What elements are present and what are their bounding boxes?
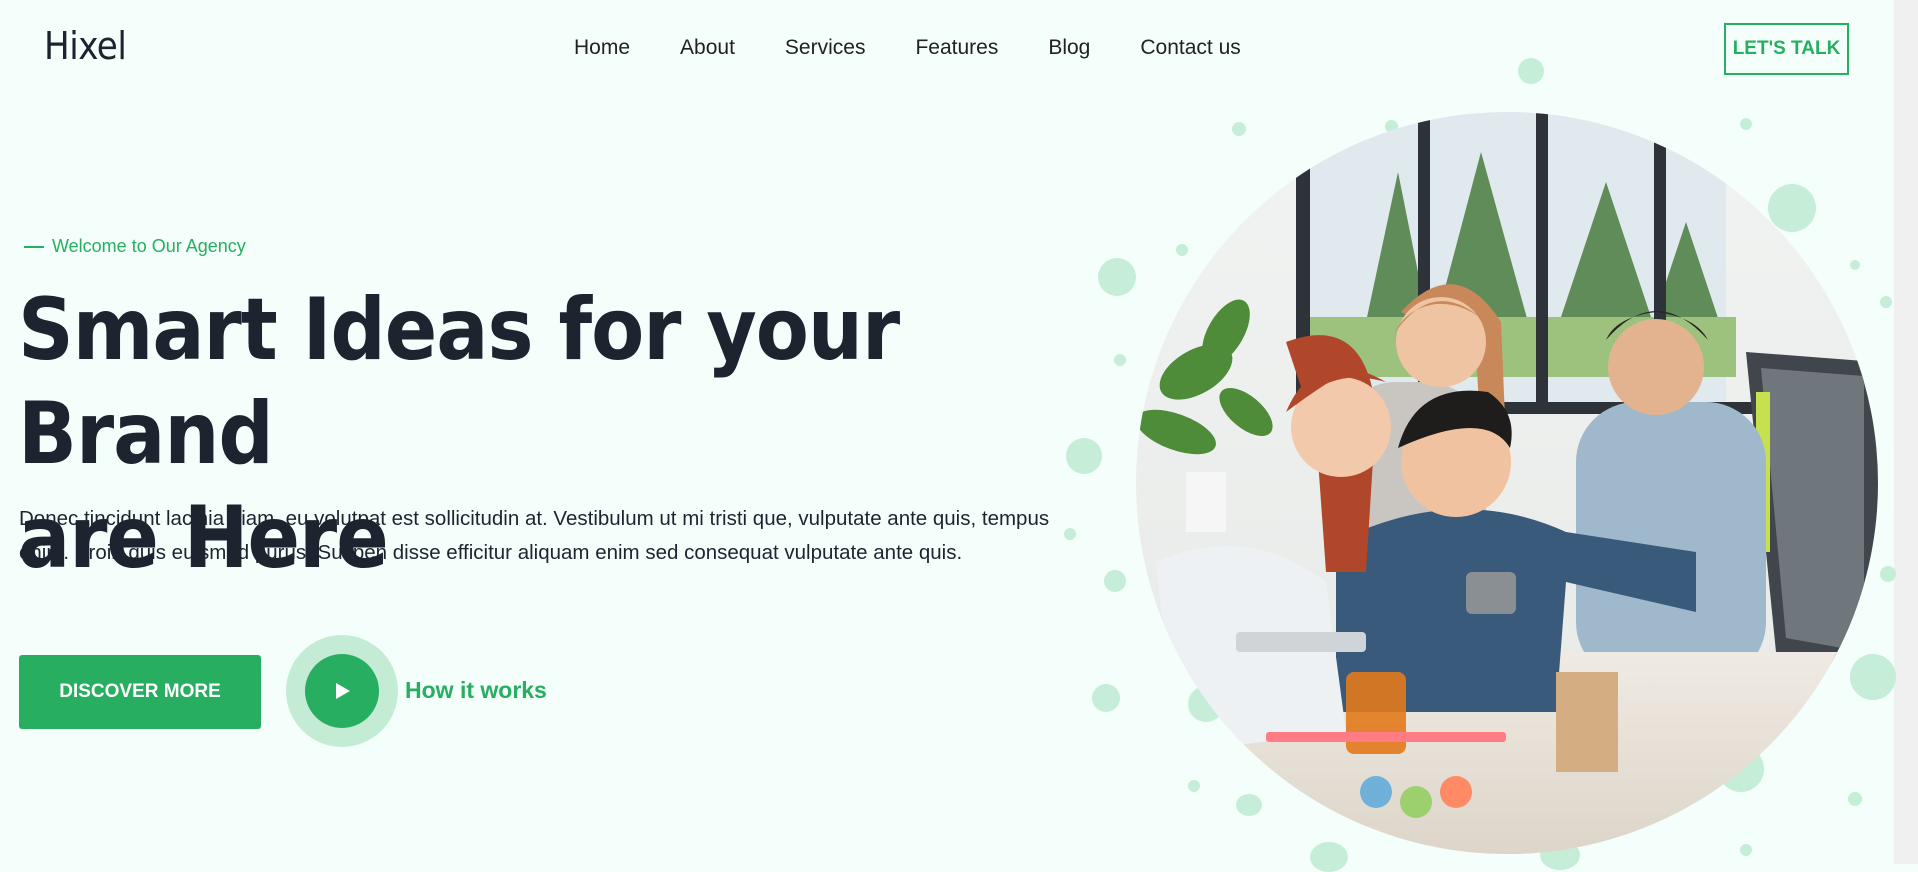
play-icon [336, 683, 350, 699]
play-button-core [305, 654, 379, 728]
hero-eyebrow: Welcome to Our Agency [24, 236, 246, 257]
how-it-works-link[interactable]: How it works [405, 677, 547, 704]
nav-item-blog[interactable]: Blog [1048, 36, 1090, 60]
page-scrollbar[interactable] [1894, 0, 1918, 864]
nav-item-about[interactable]: About [680, 36, 735, 60]
nav-item-services[interactable]: Services [785, 36, 866, 60]
main-nav: Home About Services Features Blog Contac… [574, 36, 1241, 60]
hero-team-photo [1136, 112, 1878, 854]
nav-item-features[interactable]: Features [915, 36, 998, 60]
eyebrow-text: Welcome to Our Agency [52, 236, 246, 256]
lets-talk-button[interactable]: LET'S TALK [1724, 23, 1849, 75]
eyebrow-dash [24, 245, 44, 248]
headline-line-1: Smart Ideas for your Brand [18, 280, 900, 484]
site-logo[interactable]: Hixel [44, 24, 127, 68]
nav-item-contact[interactable]: Contact us [1140, 36, 1240, 60]
hero-description: Donec tincidunt lacinia diam, eu volutpa… [19, 507, 1050, 564]
nav-item-home[interactable]: Home [574, 36, 630, 60]
play-video-button[interactable] [286, 635, 398, 747]
discover-more-button[interactable]: DISCOVER MORE [19, 655, 261, 729]
